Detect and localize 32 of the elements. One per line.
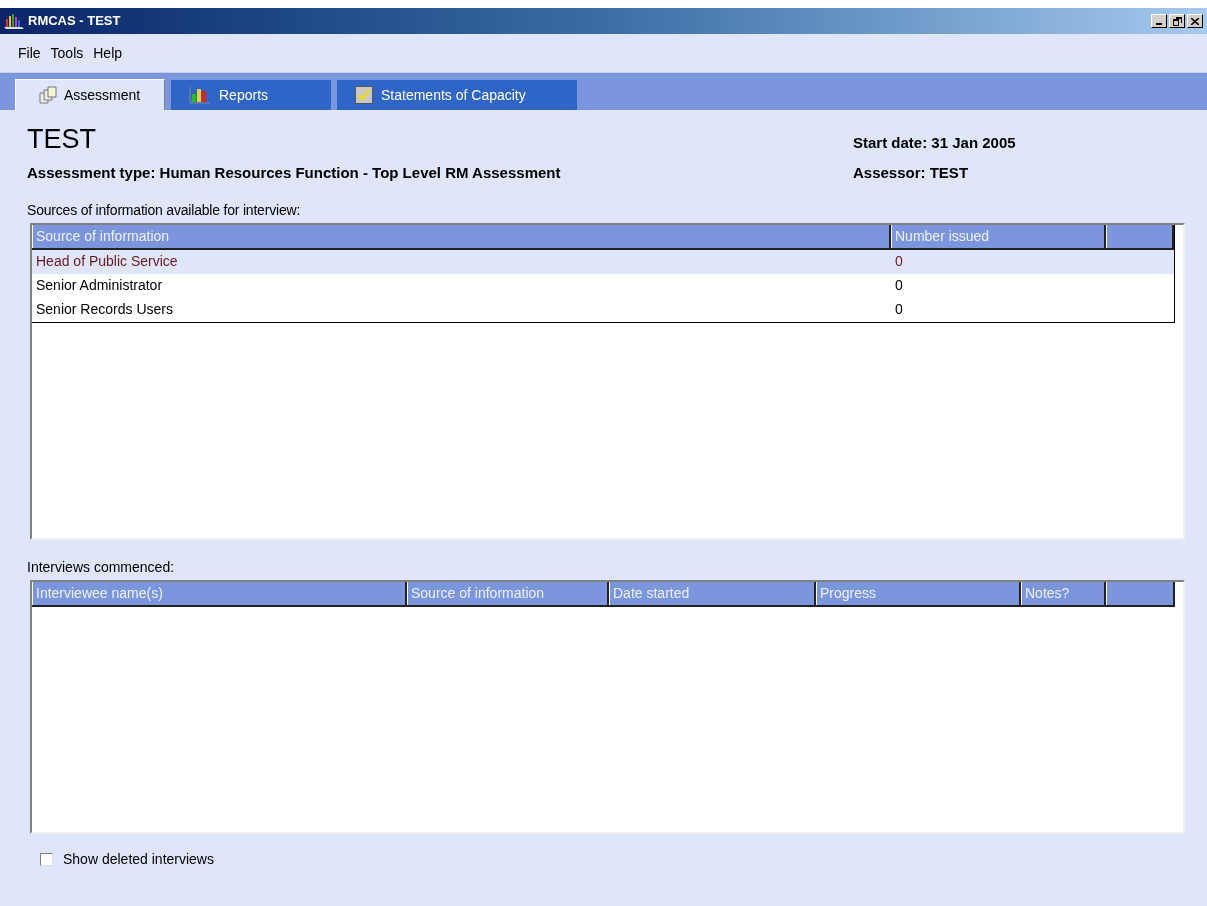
app-logo-icon (4, 13, 24, 29)
tab[interactable]: Statements of Capacity (337, 80, 577, 110)
table-cell-text: 0 (894, 252, 904, 271)
checkbox-icon (355, 86, 373, 104)
checkbox-label[interactable]: Show deleted interviews (63, 848, 214, 870)
menu-item[interactable]: Tools (50, 42, 84, 64)
boxes-icon (38, 86, 58, 104)
table-cell-text: Senior Records Users (35, 300, 174, 319)
table-cell-text: 0 (894, 300, 904, 319)
assessor: Assessor: TEST (853, 163, 970, 183)
table-row[interactable]: Head of Public Service 0 (32, 249, 1174, 274)
assessment-type: Assessment type: Human Resources Function - Top Level RM Assessment (27, 163, 561, 183)
tab[interactable]: Reports (171, 80, 331, 110)
close-button[interactable] (1187, 14, 1203, 28)
start-date: Start date: 31 Jan 2005 (853, 133, 1017, 153)
tab[interactable]: Assessment (15, 79, 165, 110)
window-title: RMCAS - TEST (28, 12, 121, 31)
menu-item[interactable]: Help (93, 42, 123, 64)
table-cell-text: Senior Administrator (35, 276, 164, 295)
section-label: Interviews commenced: (27, 557, 176, 577)
section-label: Sources of information available for interview: (27, 200, 302, 220)
minimize-button[interactable] (1151, 14, 1167, 28)
close-icon (1191, 17, 1199, 25)
menu-item[interactable]: File (18, 42, 41, 64)
restore-button[interactable] (1169, 14, 1185, 28)
table-cell-text: 0 (894, 276, 904, 295)
restore-icon (1172, 16, 1182, 26)
assessment-title: TEST (27, 123, 96, 156)
table-cell-text: Head of Public Service (35, 252, 179, 271)
bar-chart-icon (189, 86, 211, 104)
minimize-icon (1156, 23, 1162, 25)
checkbox[interactable] (40, 852, 53, 866)
